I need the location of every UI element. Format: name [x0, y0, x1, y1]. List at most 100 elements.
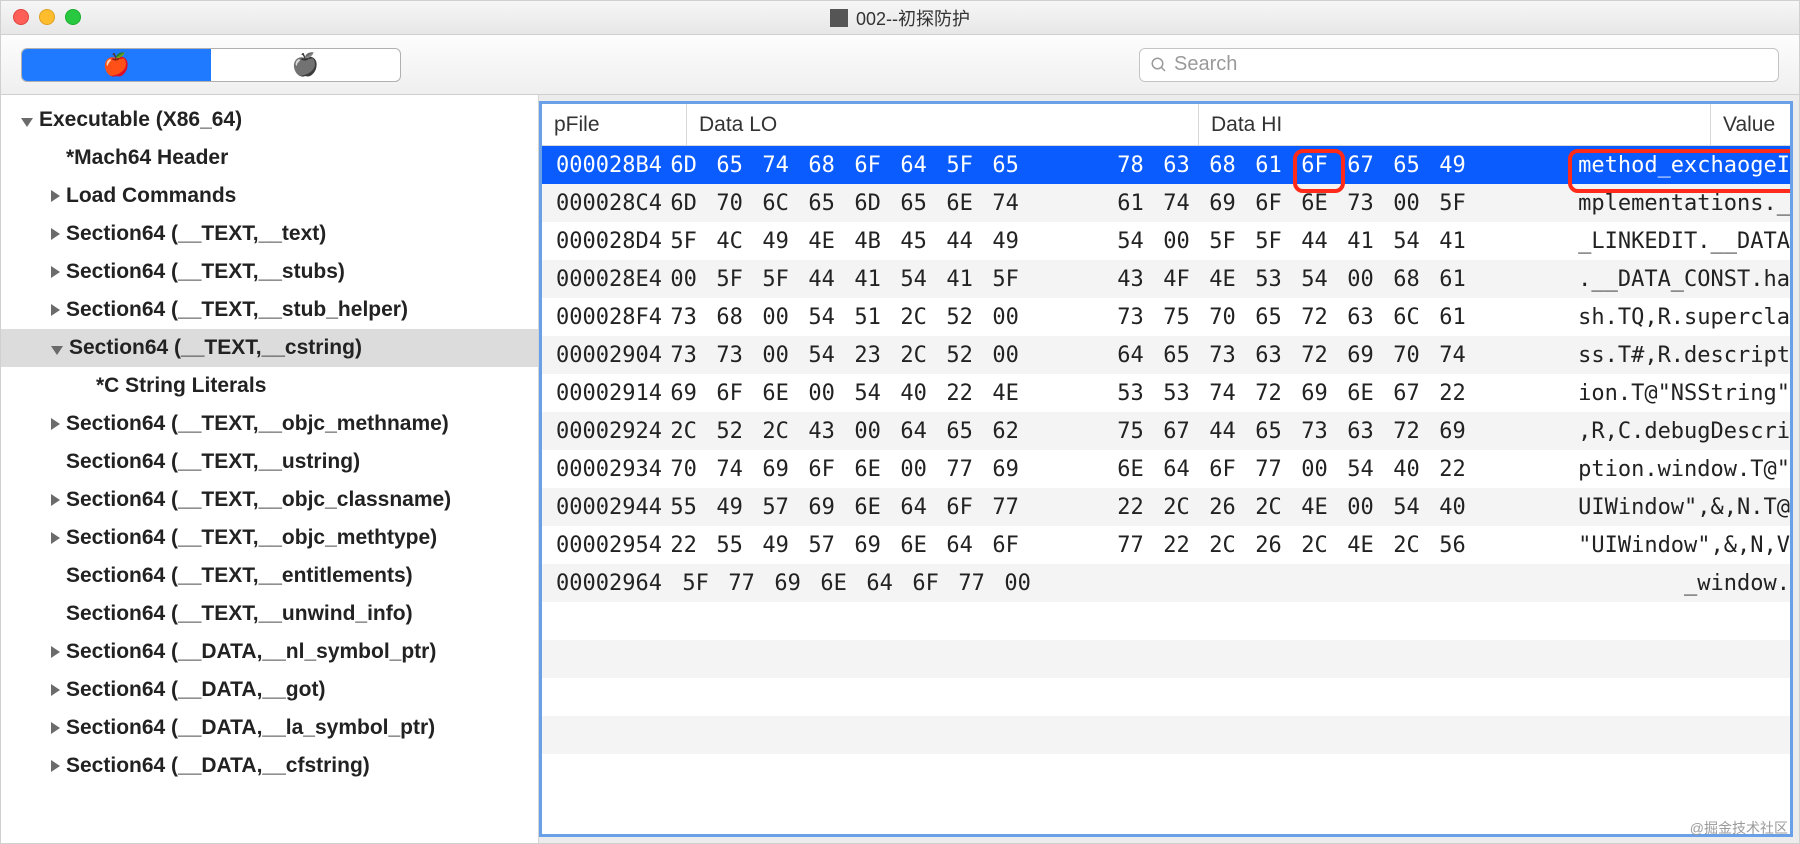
table-row[interactable]: 000028E4005F5F444154415F434F4E5354006861… [542, 260, 1790, 298]
chevron-right-icon[interactable] [51, 228, 60, 240]
col-header-data-hi[interactable]: Data HI [1199, 104, 1711, 145]
chevron-right-icon[interactable] [51, 684, 60, 696]
table-row[interactable] [542, 678, 1790, 716]
cell-data-lo: 73730054232C5200 [670, 343, 1117, 368]
table-row[interactable]: 000029347074696F6E0077696E646F7700544022… [542, 450, 1790, 488]
search-field[interactable]: Search [1139, 48, 1779, 82]
cell-data-hi: 53537472696E6722 [1117, 381, 1564, 406]
chevron-right-icon[interactable] [51, 532, 60, 544]
cell-value: sh.TQ,R.supercla [1564, 305, 1790, 330]
cell-data-hi: 7375706572636C61 [1117, 305, 1564, 330]
table-row[interactable] [542, 602, 1790, 640]
tree-row-label: Section64 (__DATA,__cfstring) [66, 754, 370, 778]
tree-row[interactable]: Section64 (__TEXT,__objc_methtype) [1, 519, 538, 557]
tree-row[interactable]: Section64 (__TEXT,__text) [1, 215, 538, 253]
tree-row-label: Load Commands [66, 184, 236, 208]
tree-row[interactable]: Section64 (__TEXT,__stubs) [1, 253, 538, 291]
chevron-right-icon[interactable] [51, 304, 60, 316]
zoom-window-button[interactable] [65, 9, 81, 25]
chevron-right-icon[interactable] [51, 646, 60, 658]
tree-row-label: *C String Literals [96, 374, 266, 398]
content-pane: pFile Data LO Data HI Value 000028B46D65… [539, 95, 1799, 843]
tree-row[interactable]: Section64 (__TEXT,__ustring) [1, 443, 538, 481]
cell-pfile: 00002924 [542, 419, 670, 444]
cell-data-hi: 6465736372697074 [1117, 343, 1564, 368]
tree-row[interactable]: Section64 (__TEXT,__cstring) [1, 329, 538, 367]
tree-row-label: *Mach64 Header [66, 146, 228, 170]
table-row[interactable]: 000028F473680054512C52007375706572636C61… [542, 298, 1790, 336]
table-row[interactable]: 000028D45F4C494E4B45444954005F5F44415441… [542, 222, 1790, 260]
watermark: @掘金技术社区 [1690, 818, 1788, 838]
apple-color-icon: 🍎 [103, 52, 130, 78]
chevron-right-icon[interactable] [51, 266, 60, 278]
tree-row-label: Section64 (__TEXT,__objc_methtype) [66, 526, 437, 550]
tree-row-label: Section64 (__TEXT,__text) [66, 222, 326, 246]
chevron-down-icon[interactable] [51, 346, 63, 355]
tree-row[interactable]: *C String Literals [1, 367, 538, 405]
arch-segmented-control[interactable]: 🍎 🍎 [21, 48, 401, 82]
tree-row[interactable]: Load Commands [1, 177, 538, 215]
tree-row[interactable]: Section64 (__TEXT,__stub_helper) [1, 291, 538, 329]
cell-value: _window. [1670, 571, 1790, 596]
table-row[interactable]: 000029242C522C43006465627567446573637269… [542, 412, 1790, 450]
tree-row[interactable]: Section64 (__DATA,__cfstring) [1, 747, 538, 785]
cell-pfile: 000028D4 [542, 229, 670, 254]
cell-data-hi: 6E646F7700544022 [1117, 457, 1564, 482]
cell-data-hi: 786368616F676549 [1117, 153, 1564, 178]
chevron-right-icon[interactable] [51, 418, 60, 430]
structure-tree[interactable]: Executable (X86_64) *Mach64 Header Load Co… [1, 95, 539, 843]
cell-data-lo: 554957696E646F77 [670, 495, 1117, 520]
tree-row[interactable]: Section64 (__DATA,__nl_symbol_ptr) [1, 633, 538, 671]
tree-row[interactable]: Section64 (__DATA,__got) [1, 671, 538, 709]
tree-row-label: Section64 (__TEXT,__objc_methname) [66, 412, 449, 436]
table-row[interactable]: 000028B46D6574686F645F65786368616F676549… [542, 146, 1790, 184]
table-row[interactable] [542, 640, 1790, 678]
body: Executable (X86_64) *Mach64 Header Load Co… [1, 95, 1799, 843]
table-row[interactable]: 000028C46D706C656D656E746174696F6E73005F… [542, 184, 1790, 222]
col-header-value[interactable]: Value [1711, 104, 1790, 145]
apple-gray-icon: 🍎 [292, 52, 319, 78]
chevron-right-icon[interactable] [51, 722, 60, 734]
cell-pfile: 000028C4 [542, 191, 670, 216]
tree-row[interactable]: Section64 (__DATA,__la_symbol_ptr) [1, 709, 538, 747]
col-header-pfile[interactable]: pFile [542, 104, 687, 145]
cell-data-hi [1176, 571, 1670, 596]
tree-row[interactable]: Executable (X86_64) [1, 101, 538, 139]
table-row[interactable]: 0000290473730054232C52006465736372697074… [542, 336, 1790, 374]
cell-pfile: 00002964 [542, 571, 682, 596]
tree-row[interactable]: Section64 (__TEXT,__unwind_info) [1, 595, 538, 633]
titlebar: 002--初探防护 [1, 1, 1799, 35]
tree-row-label: Section64 (__TEXT,__cstring) [69, 336, 362, 360]
cell-value: mplementations._ [1564, 191, 1790, 216]
tree-row-label: Section64 (__TEXT,__stub_helper) [66, 298, 408, 322]
table-row[interactable]: 00002914696F6E005440224E53537472696E6722… [542, 374, 1790, 412]
cell-data-lo: 6D6574686F645F65 [670, 153, 1117, 178]
tree-row[interactable]: Section64 (__TEXT,__objc_classname) [1, 481, 538, 519]
chevron-right-icon[interactable] [51, 760, 60, 772]
table-row[interactable] [542, 716, 1790, 754]
tree-row[interactable]: *Mach64 Header [1, 139, 538, 177]
chevron-down-icon[interactable] [21, 118, 33, 127]
window-title: 002--初探防护 [830, 5, 970, 31]
close-window-button[interactable] [13, 9, 29, 25]
spacer-icon [51, 154, 60, 163]
col-header-data-lo[interactable]: Data LO [687, 104, 1199, 145]
table-row[interactable]: 0000295422554957696E646F77222C262C4E2C56… [542, 526, 1790, 564]
arch-segment-thin[interactable]: 🍎 [211, 49, 400, 81]
chevron-right-icon[interactable] [51, 494, 60, 506]
tree-row[interactable]: Section64 (__TEXT,__objc_methname) [1, 405, 538, 443]
toolbar: 🍎 🍎 Search [1, 35, 1799, 95]
minimize-window-button[interactable] [39, 9, 55, 25]
cell-value: ss.T#,R.descript [1564, 343, 1790, 368]
cell-pfile: 00002934 [542, 457, 670, 482]
cell-pfile: 00002904 [542, 343, 670, 368]
cell-value: UIWindow",&,N.T@ [1564, 495, 1790, 520]
table-row[interactable]: 00002944554957696E646F77222C262C4E005440… [542, 488, 1790, 526]
grid-body[interactable]: 000028B46D6574686F645F65786368616F676549… [542, 146, 1790, 834]
arch-segment-fat[interactable]: 🍎 [22, 49, 211, 81]
document-icon [830, 9, 848, 27]
table-row[interactable]: 000029645F77696E646F7700_window. [542, 564, 1790, 602]
chevron-right-icon[interactable] [51, 190, 60, 202]
search-placeholder: Search [1174, 53, 1237, 76]
tree-row[interactable]: Section64 (__TEXT,__entitlements) [1, 557, 538, 595]
